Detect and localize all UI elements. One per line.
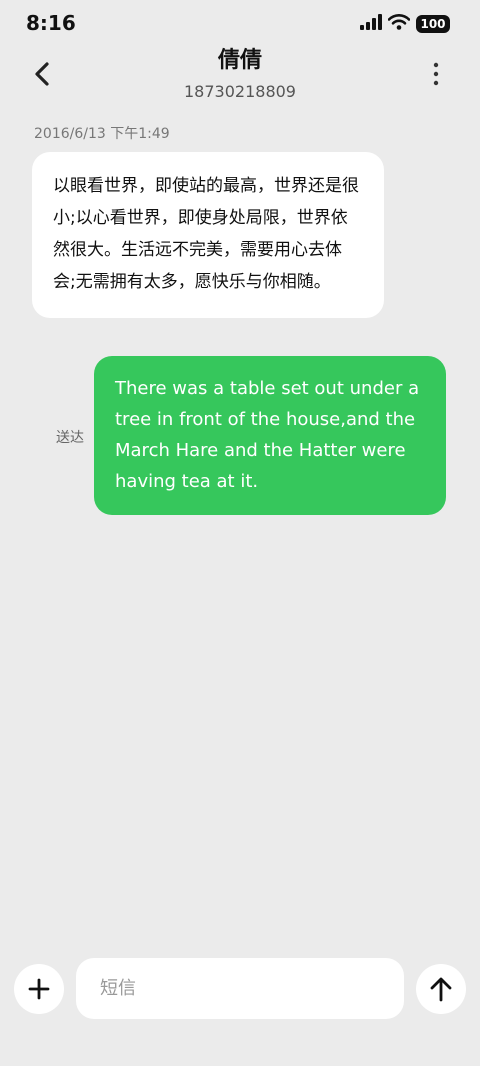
send-arrow-icon [430,977,452,1002]
contact-name: 倩倩 [217,48,262,73]
outgoing-message-bubble[interactable]: There was a table set out under a tree i… [94,356,446,515]
incoming-message-bubble[interactable]: 以眼看世界，即使站的最高，世界还是很小;以心看世界，即使身处局限，世界依然很大。… [32,152,384,318]
contact-number: 18730218809 [184,82,296,101]
status-bar: 8:16 100 [0,0,480,46]
sms-conversation-screen: 8:16 100 倩倩 18730218809 2016/6/13 下午1:49… [0,0,480,1066]
more-options-button[interactable] [424,58,448,90]
more-vertical-icon [433,62,439,86]
delivery-status: 送达 [56,430,84,446]
wifi-icon [387,14,411,34]
battery-icon: 100 [416,15,450,33]
status-icons: 100 [360,14,450,34]
message-timestamp: 2016/6/13 下午1:49 [34,126,170,142]
contact-info: 倩倩 18730218809 [0,46,480,104]
message-input[interactable] [76,958,404,1019]
plus-icon [28,978,50,1000]
conversation-header: 倩倩 18730218809 [0,46,480,106]
status-time: 8:16 [26,11,76,35]
signal-icon [360,14,382,34]
add-attachment-button[interactable] [14,964,64,1014]
send-button[interactable] [416,964,466,1014]
